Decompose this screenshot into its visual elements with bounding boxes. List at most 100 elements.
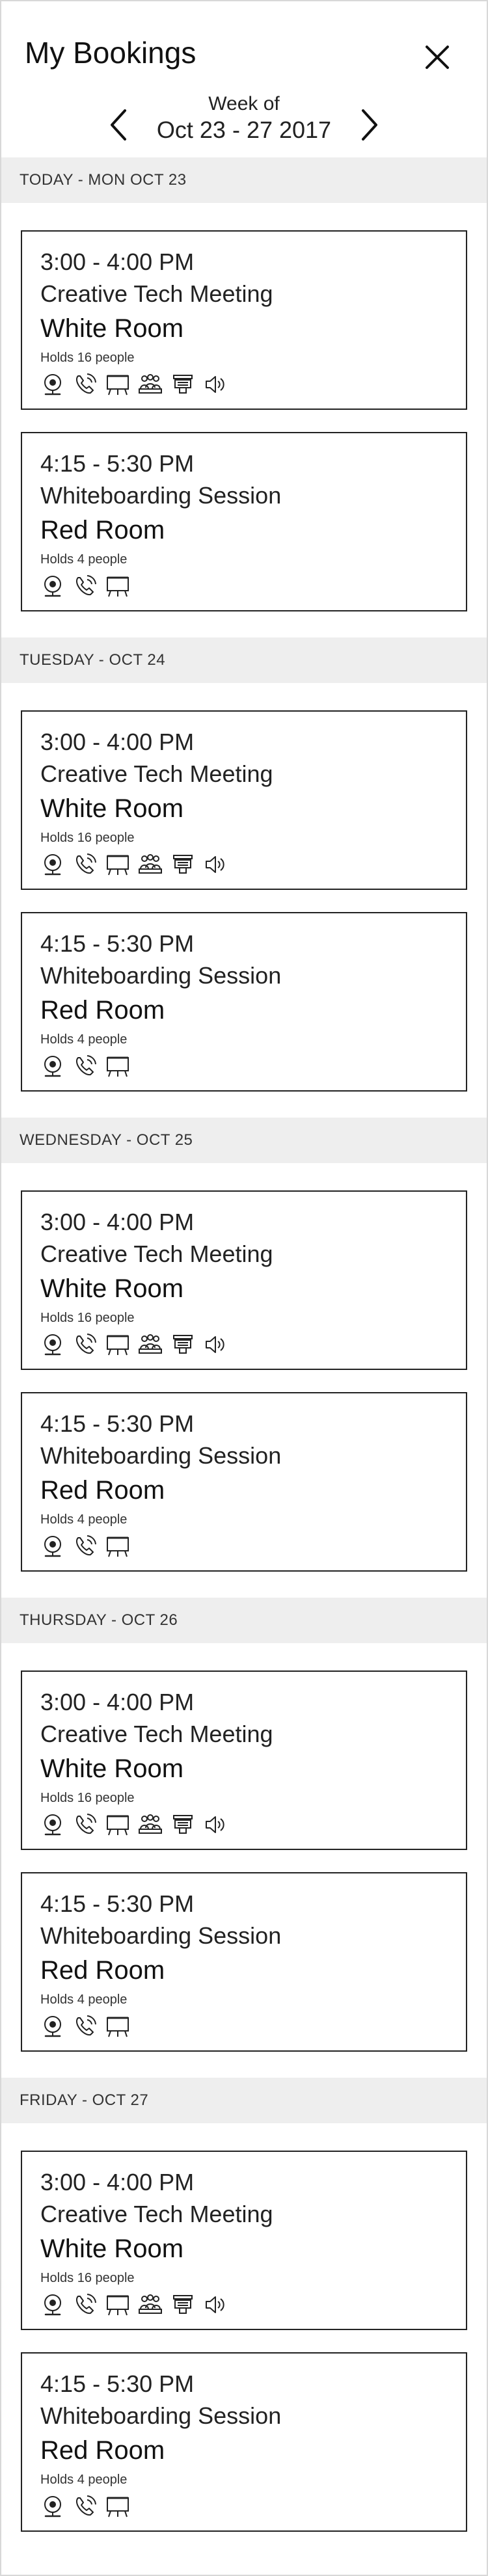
speaker-icon	[203, 852, 228, 877]
header: My Bookings Week of Oct 23 - 27 2017	[1, 1, 487, 157]
webcam-icon	[40, 372, 65, 397]
webcam-icon	[40, 2292, 65, 2317]
day-section: FRIDAY - OCT 27 3:00 - 4:00 PM Creative Te…	[1, 2078, 487, 2558]
booking-card[interactable]: 4:15 - 5:30 PM Whiteboarding Session Red R…	[21, 432, 467, 611]
booking-time: 3:00 - 4:00 PM	[40, 248, 195, 275]
week-label: Week of	[208, 93, 280, 114]
booking-time: 4:15 - 5:30 PM	[40, 2370, 195, 2397]
day-bookings: 3:00 - 4:00 PM Creative Tech Meeting White…	[1, 683, 487, 1118]
booking-capacity: Holds 16 people	[40, 1791, 135, 1805]
week-selector: Week of Oct 23 - 27 2017	[1, 92, 487, 144]
seating-icon	[138, 1332, 163, 1357]
booking-time: 4:15 - 5:30 PM	[40, 930, 195, 957]
webcam-icon	[40, 1812, 65, 1837]
webcam-icon	[40, 2494, 65, 2519]
webcam-icon	[40, 574, 65, 598]
seating-icon	[138, 2292, 163, 2317]
booking-card[interactable]: 4:15 - 5:30 PM Whiteboarding Session Red R…	[21, 1872, 467, 2052]
display-icon	[105, 372, 130, 397]
day-header: THURSDAY - OCT 26	[1, 1598, 487, 1643]
webcam-icon	[40, 1332, 65, 1357]
amenities-list	[40, 2014, 448, 2039]
day-header: FRIDAY - OCT 27	[1, 2078, 487, 2123]
booking-room-name: White Room	[40, 314, 184, 343]
day-bookings: 3:00 - 4:00 PM Creative Tech Meeting White…	[1, 1643, 487, 2078]
projector-icon	[170, 1332, 195, 1357]
booking-meeting-name: Creative Tech Meeting	[40, 280, 273, 307]
day-bookings: 3:00 - 4:00 PM Creative Tech Meeting White…	[1, 1163, 487, 1598]
booking-room-name: Red Room	[40, 1956, 165, 1985]
webcam-icon	[40, 2014, 65, 2039]
next-week-button[interactable]	[357, 107, 383, 143]
projector-icon	[170, 1812, 195, 1837]
booking-card[interactable]: 3:00 - 4:00 PM Creative Tech Meeting White…	[21, 710, 467, 890]
projector-icon	[170, 372, 195, 397]
app-frame: My Bookings Week of Oct 23 - 27 2017 TOD…	[0, 0, 488, 2576]
speaker-icon	[203, 372, 228, 397]
phone-icon	[73, 852, 98, 877]
phone-icon	[73, 2494, 98, 2519]
booking-card[interactable]: 4:15 - 5:30 PM Whiteboarding Session Red R…	[21, 2352, 467, 2532]
booking-card[interactable]: 4:15 - 5:30 PM Whiteboarding Session Red R…	[21, 912, 467, 1092]
amenities-list	[40, 1812, 448, 1837]
close-button[interactable]	[422, 42, 453, 73]
booking-capacity: Holds 16 people	[40, 2271, 135, 2285]
booking-card[interactable]: 3:00 - 4:00 PM Creative Tech Meeting White…	[21, 230, 467, 410]
webcam-icon	[40, 1054, 65, 1079]
amenities-list	[40, 372, 448, 397]
booking-card[interactable]: 3:00 - 4:00 PM Creative Tech Meeting White…	[21, 1190, 467, 1370]
day-section: THURSDAY - OCT 26 3:00 - 4:00 PM Creative …	[1, 1598, 487, 2078]
speaker-icon	[203, 2292, 228, 2317]
booking-time: 3:00 - 4:00 PM	[40, 2169, 195, 2195]
day-bookings: 3:00 - 4:00 PM Creative Tech Meeting White…	[1, 203, 487, 637]
day-section: TODAY - MON OCT 23 3:00 - 4:00 PM Creative…	[1, 157, 487, 637]
phone-icon	[73, 1054, 98, 1079]
projector-icon	[170, 852, 195, 877]
booking-card[interactable]: 3:00 - 4:00 PM Creative Tech Meeting White…	[21, 2151, 467, 2330]
display-icon	[105, 852, 130, 877]
booking-time: 3:00 - 4:00 PM	[40, 729, 195, 755]
webcam-icon	[40, 852, 65, 877]
booking-room-name: Red Room	[40, 2436, 165, 2465]
booking-meeting-name: Whiteboarding Session	[40, 1922, 282, 1949]
page-title: My Bookings	[25, 36, 197, 70]
amenities-list	[40, 2292, 448, 2317]
seating-icon	[138, 852, 163, 877]
day-header: WEDNESDAY - OCT 25	[1, 1118, 487, 1163]
phone-icon	[73, 2014, 98, 2039]
phone-icon	[73, 372, 98, 397]
display-icon	[105, 2292, 130, 2317]
booking-card[interactable]: 4:15 - 5:30 PM Whiteboarding Session Red R…	[21, 1392, 467, 1572]
projector-icon	[170, 2292, 195, 2317]
booking-room-name: White Room	[40, 794, 184, 823]
speaker-icon	[203, 1812, 228, 1837]
booking-card[interactable]: 3:00 - 4:00 PM Creative Tech Meeting White…	[21, 1670, 467, 1850]
day-header: TODAY - MON OCT 23	[1, 157, 487, 203]
booking-capacity: Holds 4 people	[40, 1512, 128, 1527]
chevron-right-icon	[362, 109, 377, 141]
amenities-list	[40, 852, 448, 877]
day-bookings: 3:00 - 4:00 PM Creative Tech Meeting White…	[1, 2123, 487, 2558]
booking-room-name: Red Room	[40, 996, 165, 1025]
booking-meeting-name: Creative Tech Meeting	[40, 2201, 273, 2227]
phone-icon	[73, 1332, 98, 1357]
amenities-list	[40, 1054, 448, 1079]
webcam-icon	[40, 1534, 65, 1559]
amenities-list	[40, 574, 448, 598]
booking-capacity: Holds 16 people	[40, 1311, 135, 1325]
display-icon	[105, 1332, 130, 1357]
booking-meeting-name: Creative Tech Meeting	[40, 1241, 273, 1267]
booking-capacity: Holds 16 people	[40, 351, 135, 365]
close-icon	[426, 46, 449, 69]
booking-room-name: White Room	[40, 1754, 184, 1783]
display-icon	[105, 1534, 130, 1559]
seating-icon	[138, 372, 163, 397]
display-icon	[105, 1054, 130, 1079]
speaker-icon	[203, 1332, 228, 1357]
display-icon	[105, 2494, 130, 2519]
booking-room-name: Red Room	[40, 1476, 165, 1505]
booking-capacity: Holds 4 people	[40, 2473, 128, 2487]
booking-room-name: White Room	[40, 2234, 184, 2263]
booking-time: 4:15 - 5:30 PM	[40, 1890, 195, 1917]
display-icon	[105, 574, 130, 598]
